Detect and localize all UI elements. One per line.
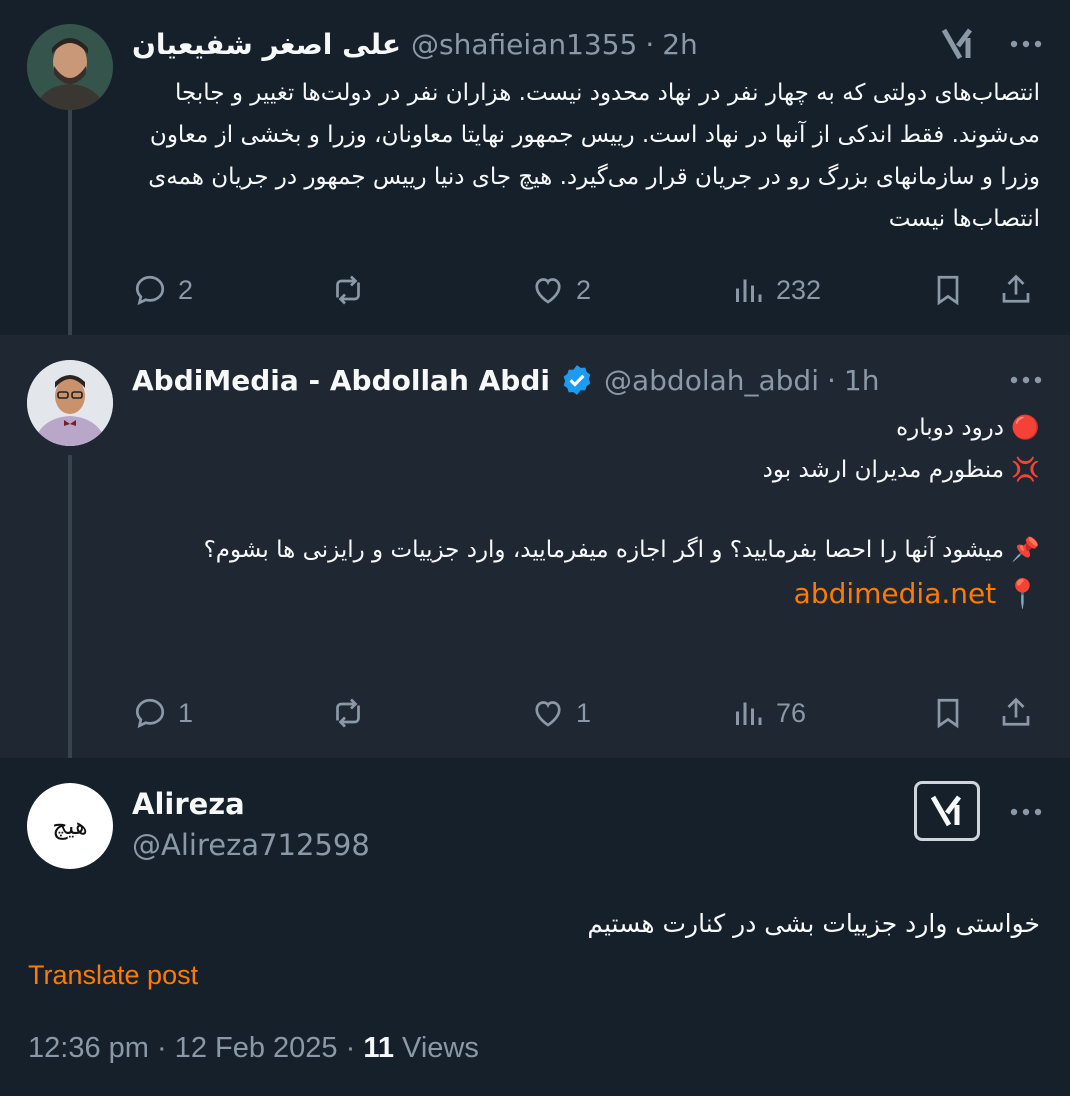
like-count: 1 [576,697,592,728]
thread-line [68,455,72,758]
analytics-icon [736,279,762,302]
author-name[interactable]: علی اصغر شفیعیان [132,28,401,61]
author-name-block: Alireza @Alireza712598 [132,785,370,867]
round-pushpin-icon: 📍 [1005,577,1040,610]
reply-button[interactable]: 2 [132,267,193,313]
like-count: 2 [576,274,592,305]
tweet-meta: 12:36 pm · 12 Feb 2025 · 11 Views [28,1032,479,1065]
grok-icon[interactable] [940,26,976,66]
views-count: 76 [776,697,807,728]
author-name[interactable]: AbdiMedia - Abdollah Abdi [132,364,550,397]
line-clarification: 💢 منظورم مدیران ارشد بود [762,457,1040,483]
tweet-header: علی اصغر شفیعیان @shafieian1355 · 2h [132,22,1046,66]
reply-icon [135,698,165,729]
verified-badge-icon [560,363,594,397]
man-avatar-icon [27,24,113,110]
share-icon [1002,274,1030,303]
views-button[interactable]: 232 [730,267,821,313]
bookmark-button[interactable] [930,690,966,736]
translate-post-link[interactable]: Translate post [28,960,198,991]
tweet-header: AbdiMedia - Abdollah Abdi @abdolah_abdi … [132,358,1046,402]
views-count: 232 [776,274,822,305]
bookmark-icon [937,698,959,729]
views-count: 11 [363,1032,394,1064]
bookmark-icon [937,275,959,306]
author-handle[interactable]: @abdolah_abdi [604,364,819,397]
red-circle-icon: 🔴 [1011,415,1040,441]
website-link[interactable]: abdimedia.net [794,577,997,610]
repost-button[interactable] [330,267,376,313]
man-avatar-icon [27,360,113,446]
reply-button[interactable]: 1 [132,690,193,736]
separator: · [827,363,836,397]
repost-icon [336,698,360,728]
avatar[interactable]: هیچ [27,783,113,869]
action-bar: 2 2 232 [132,267,1050,313]
tweet-1[interactable]: علی اصغر شفیعیان @shafieian1355 · 2h انت… [0,0,1070,335]
like-button[interactable]: 2 [530,267,591,313]
author-name[interactable]: Alireza [132,785,370,823]
more-icon[interactable] [1006,360,1046,400]
separator: · [645,27,655,61]
heart-icon [535,701,561,727]
tweet-2[interactable]: AbdiMedia - Abdollah Abdi @abdolah_abdi … [0,335,1070,758]
views-button[interactable]: 76 [730,690,806,736]
line-link: 📍 abdimedia.net [132,573,1040,615]
analytics-icon [736,702,762,725]
more-icon[interactable] [1006,792,1046,832]
like-button[interactable]: 1 [530,690,591,736]
views-label: Views [393,1032,479,1064]
share-icon [1002,697,1030,726]
more-icon[interactable] [1006,24,1046,64]
avatar[interactable] [27,24,113,110]
grok-icon[interactable] [914,781,980,841]
share-button[interactable] [998,267,1034,313]
avatar-logo: هیچ [52,812,88,840]
share-button[interactable] [998,690,1034,736]
heart-icon [535,278,561,304]
tweet-text: انتصاب‌های دولتی که به چهار نفر در نهاد … [148,80,1040,232]
timestamp[interactable]: 12:36 pm · 12 Feb 2025 · [28,1032,363,1064]
author-handle[interactable]: @Alireza712598 [132,823,370,867]
anger-icon: 💢 [1011,457,1040,483]
line-request: 📌 میشود آنها را احصا بفرمایید؟ و اگر اجا… [203,537,1040,563]
tweet-time[interactable]: 2h [662,28,698,61]
tweet-time[interactable]: 1h [844,364,880,397]
tweet-text: خواستی وارد جزییات بشی در کنارت هستیم [587,909,1040,938]
tweet-3-focused: هیچ Alireza @Alireza712598 خواستی وارد ج… [0,758,1070,1096]
action-bar: 1 1 76 [132,690,1050,736]
author-handle[interactable]: @shafieian1355 [411,28,637,61]
tweet-body: 🔴 درود دوباره 💢 منظورم مدیران ارشد بود 📌… [132,407,1040,615]
reply-count: 2 [178,274,194,305]
avatar[interactable] [27,360,113,446]
reply-count: 1 [178,697,194,728]
thread-line [68,110,72,335]
repost-icon [336,275,360,305]
line-greeting: 🔴 درود دوباره [896,415,1040,441]
pushpin-icon: 📌 [1011,537,1040,563]
reply-icon [135,275,165,306]
repost-button[interactable] [330,690,376,736]
bookmark-button[interactable] [930,267,966,313]
